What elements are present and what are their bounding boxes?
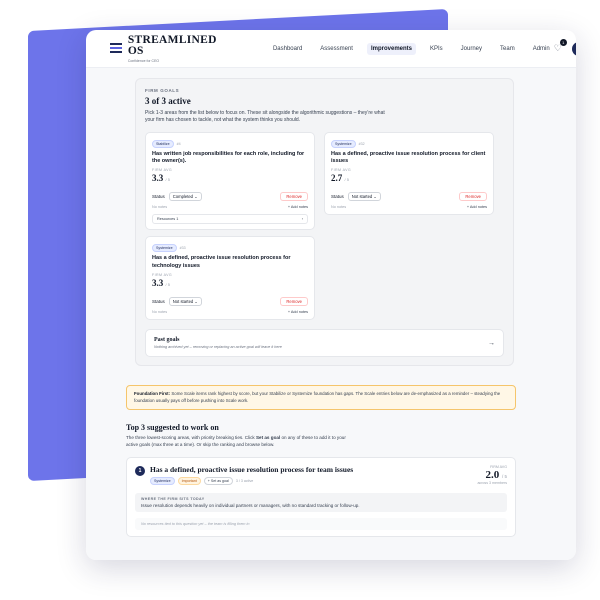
logo-icon <box>110 42 122 55</box>
importance-pill: Important <box>177 476 201 485</box>
resources-toggle[interactable]: Resources 1 › <box>152 214 308 225</box>
where-firm-sits-box: WHERE THE FIRM SITS TODAY Issue resoluti… <box>135 492 507 512</box>
status-label: Status <box>152 299 165 305</box>
category-pill: Systemize <box>152 244 177 253</box>
firm-goals-eyebrow: FIRM GOALS <box>145 88 180 93</box>
where-text: Issue resolution depends heavily on indi… <box>141 502 360 508</box>
desc-bold: Set as goal <box>255 435 281 441</box>
user-avatar[interactable]: B <box>571 41 576 56</box>
status-select[interactable]: Not started ⌄ <box>347 192 381 202</box>
goal-cards-grid: Stabilize #4 Has written job responsibil… <box>145 131 504 321</box>
header-actions: ♡ 1 B <box>554 39 576 56</box>
firm-avg-score: 3.3 / 5 <box>152 173 308 183</box>
add-notes-link[interactable]: + Add notes <box>288 310 308 314</box>
notification-count-badge: 1 <box>559 39 567 46</box>
question-number: #4 <box>176 141 181 146</box>
firm-avg-label: FIRM AVG <box>152 168 173 173</box>
remove-goal-button[interactable]: Remove <box>280 192 308 202</box>
set-as-goal-button[interactable]: + Set as goal <box>203 476 233 485</box>
top-suggestions-header: Top 3 suggested to work on The three low… <box>126 423 516 448</box>
score-value: 2.0 <box>485 468 500 481</box>
score-max: / 5 <box>165 177 170 183</box>
status-value: Not started <box>172 299 194 305</box>
notes-text: No notes <box>152 310 168 315</box>
past-goals-description: Nothing archived yet – removing or repla… <box>154 345 282 350</box>
brand-name: STREAMLINED OS <box>127 33 217 57</box>
top-suggestions-description: The three lowest-scoring areas, with pri… <box>126 435 356 448</box>
firm-goals-title: 3 of 3 active <box>145 96 191 106</box>
top-suggestions-title: Top 3 suggested to work on <box>126 423 219 433</box>
question-number: #33 <box>179 246 186 251</box>
firm-avg-label: FIRM AVG <box>331 168 352 173</box>
top-navigation-bar: STREAMLINED OS Confidence for CEO Dashbo… <box>86 30 576 68</box>
active-goal-count: 3 / 3 active <box>235 478 254 483</box>
goal-card: Systemize #32 Has a defined, proactive i… <box>324 131 494 216</box>
status-select[interactable]: Not started ⌄ <box>168 297 202 307</box>
status-value: Not started <box>351 194 373 200</box>
resources-label: Resources 1 <box>157 217 179 222</box>
no-resources-note: No resources tied to this question yet –… <box>135 517 507 530</box>
brand-tagline: Confidence for CEO <box>127 58 160 63</box>
goal-title: Has written job responsibilities for eac… <box>152 150 305 164</box>
firm-goals-description: Pick 1-3 areas from the list below to fo… <box>145 110 385 124</box>
foundation-first-banner: Foundation First: Some Scale items rank … <box>126 385 516 411</box>
category-pill: Systemize <box>150 476 175 485</box>
suggestion-score: FIRM AVG 2.0 / 5 across 3 members <box>477 465 507 485</box>
desc-part: The three lowest-scoring areas, with pri… <box>126 435 256 441</box>
category-pill: Stabilize <box>152 139 174 148</box>
main-nav: Dashboard Assessment Improvements KPIs J… <box>269 42 554 55</box>
firm-avg-score: 3.3 / 5 <box>152 278 308 288</box>
firm-goals-section: FIRM GOALS 3 of 3 active Pick 1-3 areas … <box>135 78 514 367</box>
score-max: / 5 <box>344 177 349 183</box>
chevron-down-icon: ⌄ <box>194 194 198 200</box>
nav-item-kpis[interactable]: KPIs <box>426 43 447 55</box>
remove-goal-button[interactable]: Remove <box>280 297 308 307</box>
rank-badge: 1 <box>135 465 145 476</box>
nav-item-journey[interactable]: Journey <box>457 43 486 55</box>
question-number: #32 <box>358 141 365 146</box>
status-value: Completed <box>172 194 194 200</box>
past-goals-title: Past goals <box>154 337 180 344</box>
chevron-down-icon: ⌄ <box>194 299 198 305</box>
notes-text: No notes <box>152 205 168 210</box>
score-max: / 5 <box>501 473 507 479</box>
category-pill: Systemize <box>331 139 356 148</box>
goal-card: Systemize #33 Has a defined, proactive i… <box>145 236 315 321</box>
members-count: across 3 members <box>477 480 507 485</box>
chevron-down-icon: ⌄ <box>373 194 377 200</box>
firm-avg-score: 2.7 / 5 <box>331 173 487 183</box>
score-value: 3.3 <box>152 173 164 184</box>
banner-heading: Foundation First: <box>134 391 171 397</box>
nav-item-admin[interactable]: Admin <box>529 43 554 55</box>
notification-bell-icon[interactable]: ♡ 1 <box>554 39 567 54</box>
status-label: Status <box>331 194 344 200</box>
add-notes-link[interactable]: + Add notes <box>288 205 308 209</box>
firm-avg-label: FIRM AVG <box>152 273 173 278</box>
goal-title: Has a defined, proactive issue resolutio… <box>331 150 486 164</box>
score-value: 3.3 <box>152 278 164 289</box>
add-notes-link[interactable]: + Add notes <box>467 205 487 209</box>
notes-text: No notes <box>331 205 347 210</box>
nav-item-team[interactable]: Team <box>496 43 519 55</box>
suggestion-card: 1 Has a defined, proactive issue resolut… <box>126 456 516 537</box>
main-content: FIRM GOALS 3 of 3 active Pick 1-3 areas … <box>86 68 576 560</box>
brand-logo[interactable]: STREAMLINED OS Confidence for CEO <box>110 33 219 63</box>
goal-card: Stabilize #4 Has written job responsibil… <box>145 131 315 231</box>
suggestion-title: Has a defined, proactive issue resolutio… <box>150 464 354 474</box>
past-goals-row[interactable]: Past goals Nothing archived yet – removi… <box>145 329 504 358</box>
where-label: WHERE THE FIRM SITS TODAY <box>141 496 205 501</box>
nav-item-dashboard[interactable]: Dashboard <box>269 43 306 55</box>
status-select[interactable]: Completed ⌄ <box>168 192 202 202</box>
app-window: STREAMLINED OS Confidence for CEO Dashbo… <box>86 30 576 560</box>
nav-item-assessment[interactable]: Assessment <box>316 43 357 55</box>
score-max: / 5 <box>165 282 170 288</box>
banner-text: Some Scale items rank highest by score, … <box>134 391 501 403</box>
chevron-right-icon: › <box>301 217 303 222</box>
nav-item-improvements[interactable]: Improvements <box>366 42 416 55</box>
score-value: 2.7 <box>331 173 343 184</box>
arrow-right-icon: → <box>488 339 495 347</box>
remove-goal-button[interactable]: Remove <box>459 192 487 202</box>
status-label: Status <box>152 194 165 200</box>
goal-title: Has a defined, proactive issue resolutio… <box>152 255 291 269</box>
